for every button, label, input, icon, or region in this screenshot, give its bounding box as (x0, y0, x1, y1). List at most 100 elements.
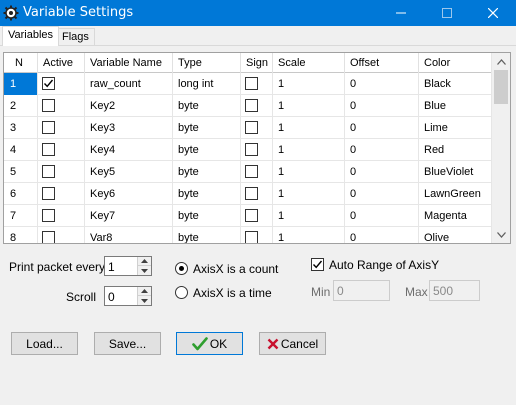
maximize-button[interactable] (424, 0, 470, 26)
cell-color[interactable]: Black (419, 73, 491, 95)
sign-checkbox[interactable] (245, 77, 258, 90)
column-header-variable-name[interactable]: Variable Name (85, 53, 173, 73)
cell-sign[interactable] (241, 73, 273, 95)
cell-sign[interactable] (241, 117, 273, 139)
cell-offset[interactable]: 0 (345, 227, 419, 243)
print-packet-stepper[interactable]: 1 (104, 256, 152, 276)
table-row[interactable]: 6 Key6 byte 1 0 LawnGreen (4, 183, 491, 205)
cell-variable-name[interactable]: Key7 (85, 205, 173, 227)
cell-color[interactable]: Red (419, 139, 491, 161)
cell-scale[interactable]: 1 (273, 95, 345, 117)
stepper-down-icon[interactable] (138, 296, 151, 305)
cell-variable-name[interactable]: Var8 (85, 227, 173, 243)
table-row[interactable]: 8 Var8 byte 1 0 Olive (4, 227, 491, 243)
cell-active[interactable] (38, 117, 85, 139)
cell-n[interactable]: 5 (4, 161, 38, 183)
cell-active[interactable] (38, 183, 85, 205)
axis-time-label[interactable]: AxisX is a time (193, 286, 272, 300)
cancel-button[interactable]: Cancel (259, 332, 326, 355)
cell-type[interactable]: byte (173, 161, 241, 183)
cell-n[interactable]: 1 (4, 73, 38, 95)
cell-offset[interactable]: 0 (345, 73, 419, 95)
sign-checkbox[interactable] (245, 165, 258, 178)
cell-variable-name[interactable]: Key2 (85, 95, 173, 117)
axis-time-radio[interactable] (175, 286, 188, 299)
sign-checkbox[interactable] (245, 231, 258, 243)
cell-n[interactable]: 4 (4, 139, 38, 161)
sign-checkbox[interactable] (245, 99, 258, 112)
cell-type[interactable]: byte (173, 205, 241, 227)
table-row[interactable]: 4 Key4 byte 1 0 Red (4, 139, 491, 161)
cell-scale[interactable]: 1 (273, 183, 345, 205)
active-checkbox[interactable] (42, 77, 55, 90)
close-button[interactable] (470, 0, 516, 26)
stepper-up-icon[interactable] (138, 287, 151, 296)
cell-type[interactable]: byte (173, 95, 241, 117)
cell-sign[interactable] (241, 205, 273, 227)
cell-color[interactable]: BlueViolet (419, 161, 491, 183)
column-header-n[interactable]: N (4, 53, 38, 73)
scroll-value[interactable]: 0 (108, 290, 115, 304)
ok-button[interactable]: OK (176, 332, 243, 355)
save-button[interactable]: Save... (94, 332, 161, 355)
cell-sign[interactable] (241, 139, 273, 161)
table-row[interactable]: 3 Key3 byte 1 0 Lime (4, 117, 491, 139)
scroll-down-icon[interactable] (492, 226, 510, 243)
active-checkbox[interactable] (42, 231, 55, 243)
cell-scale[interactable]: 1 (273, 227, 345, 243)
cell-color[interactable]: Blue (419, 95, 491, 117)
scroll-up-icon[interactable] (492, 53, 510, 70)
cell-type[interactable]: byte (173, 117, 241, 139)
cell-active[interactable] (38, 205, 85, 227)
auto-range-label[interactable]: Auto Range of AxisY (329, 258, 439, 272)
active-checkbox[interactable] (42, 209, 55, 222)
cell-scale[interactable]: 1 (273, 117, 345, 139)
cell-offset[interactable]: 0 (345, 117, 419, 139)
cell-active[interactable] (38, 95, 85, 117)
cell-offset[interactable]: 0 (345, 205, 419, 227)
tab-variables[interactable]: Variables (2, 26, 60, 46)
max-field[interactable]: 500 (429, 280, 480, 301)
cell-offset[interactable]: 0 (345, 161, 419, 183)
cell-n[interactable]: 2 (4, 95, 38, 117)
cell-sign[interactable] (241, 183, 273, 205)
cell-type[interactable]: byte (173, 183, 241, 205)
minimize-button[interactable] (378, 0, 424, 26)
cell-type[interactable]: byte (173, 227, 241, 243)
cell-n[interactable]: 6 (4, 183, 38, 205)
cell-scale[interactable]: 1 (273, 73, 345, 95)
cell-active[interactable] (38, 139, 85, 161)
cell-active[interactable] (38, 73, 85, 95)
cell-sign[interactable] (241, 227, 273, 243)
cell-variable-name[interactable]: Key3 (85, 117, 173, 139)
cell-color[interactable]: Lime (419, 117, 491, 139)
cell-type[interactable]: byte (173, 139, 241, 161)
cell-n[interactable]: 3 (4, 117, 38, 139)
min-field[interactable]: 0 (333, 280, 390, 301)
cell-variable-name[interactable]: Key5 (85, 161, 173, 183)
column-header-scale[interactable]: Scale (273, 53, 345, 73)
cell-variable-name[interactable]: Key4 (85, 139, 173, 161)
axis-count-label[interactable]: AxisX is a count (193, 262, 278, 276)
sign-checkbox[interactable] (245, 209, 258, 222)
cell-offset[interactable]: 0 (345, 183, 419, 205)
table-row[interactable]: 1 raw_count long int 1 0 Black (4, 73, 491, 95)
active-checkbox[interactable] (42, 143, 55, 156)
cell-sign[interactable] (241, 95, 273, 117)
cell-color[interactable]: Magenta (419, 205, 491, 227)
cell-active[interactable] (38, 161, 85, 183)
cell-n[interactable]: 8 (4, 227, 38, 243)
vertical-scrollbar[interactable] (491, 53, 510, 243)
cell-type[interactable]: long int (173, 73, 241, 95)
cell-offset[interactable]: 0 (345, 95, 419, 117)
table-row[interactable]: 7 Key7 byte 1 0 Magenta (4, 205, 491, 227)
sign-checkbox[interactable] (245, 121, 258, 134)
cell-scale[interactable]: 1 (273, 205, 345, 227)
cell-color[interactable]: LawnGreen (419, 183, 491, 205)
table-row[interactable]: 2 Key2 byte 1 0 Blue (4, 95, 491, 117)
column-header-active[interactable]: Active (38, 53, 85, 73)
scroll-stepper[interactable]: 0 (104, 286, 152, 306)
axis-count-radio[interactable] (175, 262, 188, 275)
tab-flags[interactable]: Flags (56, 28, 95, 46)
cell-offset[interactable]: 0 (345, 139, 419, 161)
